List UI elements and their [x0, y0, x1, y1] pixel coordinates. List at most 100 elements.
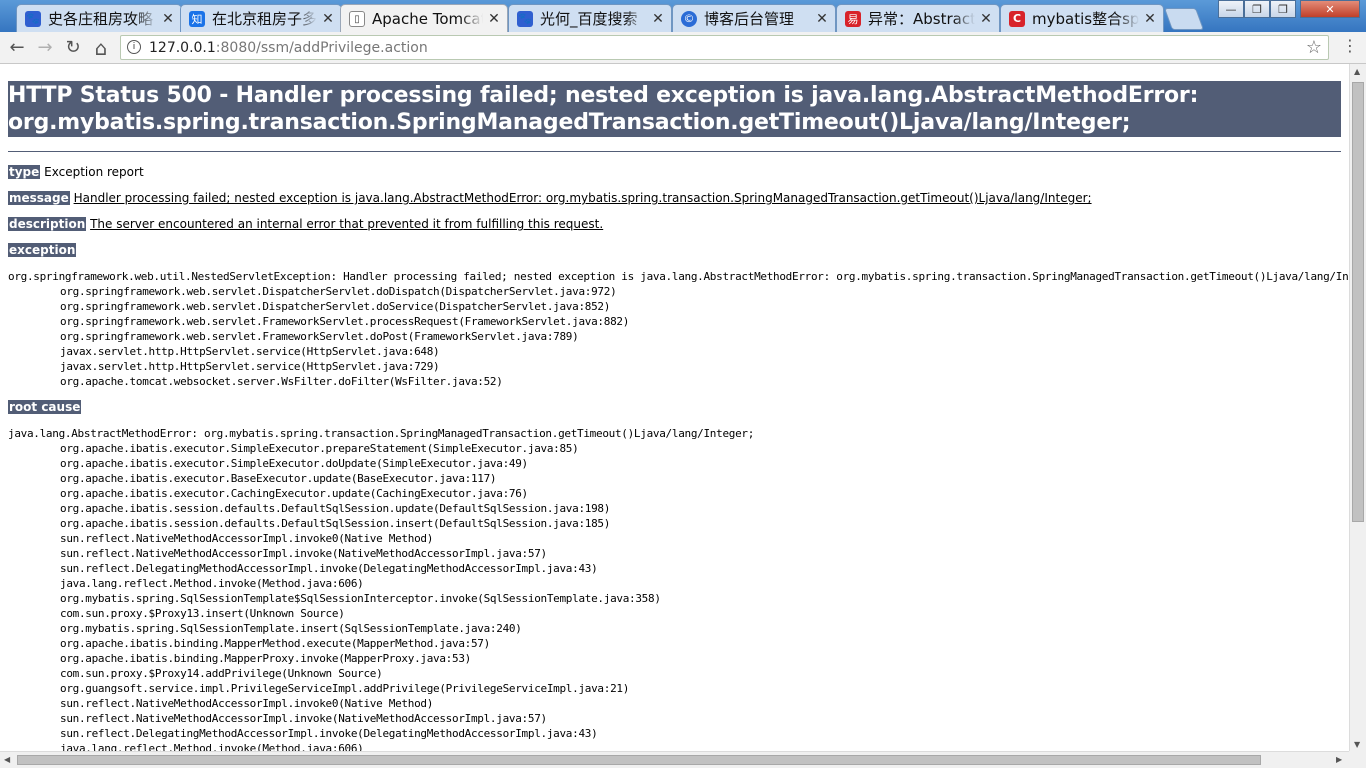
error-page: HTTP Status 500 - Handler processing fai… — [8, 81, 1349, 751]
tab-title: 光何_百度搜索 — [540, 10, 638, 28]
message-label: message — [8, 191, 70, 205]
restore-icon: ❐ — [1252, 2, 1262, 16]
exception-trace-line: org.springframework.web.servlet.Dispatch… — [60, 300, 611, 313]
home-button[interactable]: ⌂ — [90, 37, 112, 59]
close-tab-icon[interactable]: ✕ — [651, 11, 665, 27]
bookmark-star-icon[interactable]: ☆ — [1306, 37, 1322, 58]
scroll-up-icon[interactable]: ▲ — [1354, 67, 1360, 76]
close-icon: ✕ — [1325, 2, 1335, 16]
browser-tab[interactable]: 🐾 光何_百度搜索 ✕ — [508, 4, 672, 32]
root-cause-stack-trace: java.lang.AbstractMethodError: org.mybat… — [8, 426, 1341, 751]
restore-button-2[interactable]: ❐ — [1270, 0, 1296, 18]
root-cause-trace-line: com.sun.proxy.$Proxy14.addPrivilege(Unkn… — [60, 667, 383, 680]
horizontal-scrollbar[interactable]: ◀ ▶ — [0, 751, 1349, 768]
type-value: Exception report — [44, 165, 144, 179]
root-cause-trace-line: org.apache.ibatis.session.defaults.Defau… — [60, 502, 611, 515]
tab-title: mybatis整合sp — [1032, 10, 1139, 28]
address-bar[interactable]: i 127.0.0.1:8080/ssm/addPrivilege.action… — [120, 35, 1329, 60]
root-cause-row: root cause — [8, 399, 1341, 415]
root-cause-trace-line: sun.reflect.DelegatingMethodAccessorImpl… — [60, 562, 598, 575]
exception-trace-line: org.springframework.web.servlet.Framewor… — [60, 315, 630, 328]
root-cause-trace-line: org.mybatis.spring.SqlSessionTemplate$Sq… — [60, 592, 661, 605]
root-cause-trace-line: org.apache.ibatis.executor.CachingExecut… — [60, 487, 528, 500]
minimize-icon: — — [1225, 2, 1237, 16]
scroll-left-icon[interactable]: ◀ — [4, 755, 10, 764]
browser-tab[interactable]: 知 在北京租房子多 ✕ — [180, 4, 342, 32]
url-text[interactable]: 127.0.0.1:8080/ssm/addPrivilege.action — [149, 40, 428, 56]
browser-toolbar: ← → ↻ ⌂ i 127.0.0.1:8080/ssm/addPrivileg… — [0, 32, 1366, 64]
vertical-scrollbar[interactable]: ▲ ▼ — [1349, 64, 1366, 751]
vertical-scroll-thumb[interactable] — [1352, 82, 1364, 522]
page-icon: ▯ — [349, 11, 365, 27]
exception-stack-trace: org.springframework.web.util.NestedServl… — [8, 269, 1349, 389]
close-window-button[interactable]: ✕ — [1300, 0, 1360, 18]
url-path: :8080/ssm/addPrivilege.action — [215, 40, 428, 56]
exception-trace-line: javax.servlet.http.HttpServlet.service(H… — [60, 345, 440, 358]
type-label: type — [8, 165, 41, 179]
scrollbar-corner — [1349, 751, 1366, 768]
root-cause-trace-line: java.lang.reflect.Method.invoke(Method.j… — [60, 742, 364, 751]
root-cause-label: root cause — [8, 400, 82, 414]
exception-row: exception — [8, 242, 1341, 258]
tab-title: Apache Tomcat — [372, 10, 483, 28]
root-cause-trace-line: sun.reflect.NativeMethodAccessorImpl.inv… — [60, 532, 434, 545]
tab-title: 史各庄租房攻略 — [48, 10, 154, 28]
close-tab-icon[interactable]: ✕ — [487, 11, 501, 27]
root-cause-trace-line: com.sun.proxy.$Proxy13.insert(Unknown So… — [60, 607, 345, 620]
yi-icon: 易 — [845, 10, 861, 27]
browser-tab[interactable]: C mybatis整合sp ✕ — [1000, 4, 1164, 32]
restore-button[interactable]: ❐ — [1244, 0, 1270, 18]
horizontal-scroll-thumb[interactable] — [17, 755, 1261, 765]
root-cause-trace-line: org.guangsoft.service.impl.PrivilegeServ… — [60, 682, 630, 695]
root-cause-trace-line: java.lang.reflect.Method.invoke(Method.j… — [60, 577, 364, 590]
scroll-down-icon[interactable]: ▼ — [1354, 740, 1360, 749]
scroll-right-icon[interactable]: ▶ — [1336, 755, 1342, 764]
exception-trace-line: javax.servlet.http.HttpServlet.service(H… — [60, 360, 440, 373]
minimize-button[interactable]: — — [1218, 0, 1244, 18]
page-viewport: HTTP Status 500 - Handler processing fai… — [0, 64, 1349, 751]
root-cause-trace-line: sun.reflect.NativeMethodAccessorImpl.inv… — [60, 712, 547, 725]
tab-title: 在北京租房子多 — [212, 10, 317, 28]
root-cause-trace-line: sun.reflect.NativeMethodAccessorImpl.inv… — [60, 547, 547, 560]
exception-label: exception — [8, 243, 77, 257]
close-tab-icon[interactable]: ✕ — [161, 11, 175, 27]
description-value: The server encountered an internal error… — [90, 217, 604, 231]
browser-tab[interactable]: © 博客后台管理 ✕ — [672, 4, 836, 32]
url-host: 127.0.0.1 — [149, 40, 216, 56]
root-cause-trace-line: org.apache.ibatis.executor.BaseExecutor.… — [60, 472, 497, 485]
new-tab-button[interactable] — [1163, 8, 1205, 30]
browser-tab[interactable]: 🐾 史各庄租房攻略 ✕ — [16, 4, 182, 32]
restore-icon: ❐ — [1278, 2, 1288, 16]
description-label: description — [8, 217, 87, 231]
close-tab-icon[interactable]: ✕ — [979, 11, 993, 27]
reload-button[interactable]: ↻ — [62, 37, 84, 59]
browser-tab[interactable]: 易 异常：AbstractM ✕ — [836, 4, 1000, 32]
csdn-icon: C — [1009, 10, 1025, 27]
forward-button[interactable]: → — [34, 37, 56, 59]
baidu-paw-icon: 🐾 — [25, 10, 41, 27]
root-cause-trace-line: org.apache.ibatis.session.defaults.Defau… — [60, 517, 611, 530]
message-row: message Handler processing failed; neste… — [8, 190, 1341, 206]
browser-menu-icon[interactable]: ⋮ — [1342, 36, 1358, 55]
tab-title: 异常：AbstractM — [868, 10, 975, 28]
back-button[interactable]: ← — [6, 37, 28, 59]
close-tab-icon[interactable]: ✕ — [321, 11, 335, 27]
error-title-line-2: org.mybatis.spring.transaction.SpringMan… — [8, 110, 1131, 135]
error-title-line-1: HTTP Status 500 - Handler processing fai… — [8, 83, 1199, 108]
root-cause-trace-line: org.mybatis.spring.SqlSessionTemplate.in… — [60, 622, 522, 635]
root-cause-trace-line: java.lang.AbstractMethodError: org.mybat… — [8, 427, 755, 440]
zhihu-icon: 知 — [189, 10, 205, 27]
root-cause-trace-line: org.apache.ibatis.binding.MapperProxy.in… — [60, 652, 471, 665]
browser-tab-active[interactable]: ▯ Apache Tomcat ✕ — [340, 4, 508, 33]
type-row: type Exception report — [8, 164, 1341, 180]
error-title: HTTP Status 500 - Handler processing fai… — [8, 81, 1341, 137]
root-cause-trace-line: sun.reflect.NativeMethodAccessorImpl.inv… — [60, 697, 434, 710]
close-tab-icon[interactable]: ✕ — [1143, 11, 1157, 27]
close-tab-icon[interactable]: ✕ — [815, 11, 829, 27]
divider — [8, 151, 1341, 152]
baidu-paw-icon: 🐾 — [517, 10, 533, 27]
tab-title: 博客后台管理 — [704, 10, 795, 28]
info-icon[interactable]: i — [127, 40, 141, 54]
message-value: Handler processing failed; nested except… — [73, 191, 1092, 205]
exception-trace-line: org.springframework.web.util.NestedServl… — [8, 270, 1349, 283]
